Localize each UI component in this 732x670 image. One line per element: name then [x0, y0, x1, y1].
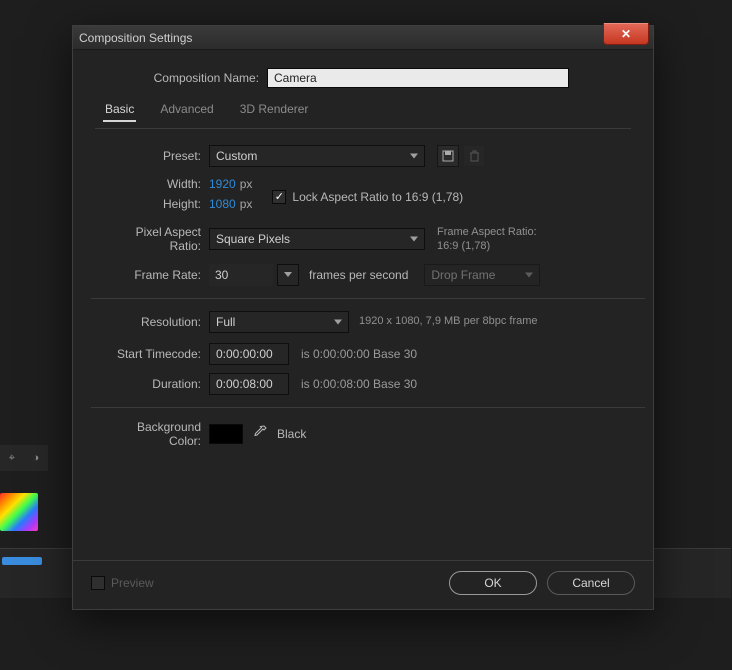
duration-note: is 0:00:08:00 Base 30 [301, 377, 417, 391]
duration-input[interactable]: 0:00:08:00 [209, 373, 289, 395]
start-timecode-input[interactable]: 0:00:00:00 [209, 343, 289, 365]
framerate-label: Frame Rate: [109, 268, 209, 282]
drop-frame-select: Drop Frame [424, 264, 540, 286]
composition-name-label: Composition Name: [95, 71, 267, 85]
dialog-titlebar[interactable]: Composition Settings ✕ [73, 26, 653, 50]
resolution-select[interactable]: Full [209, 311, 349, 333]
tab-basic[interactable]: Basic [103, 98, 136, 122]
resolution-note: 1920 x 1080, 7,9 MB per 8bpc frame [359, 314, 538, 328]
fps-text: frames per second [309, 268, 408, 282]
composition-settings-dialog: Composition Settings ✕ Composition Name:… [72, 25, 654, 610]
swatches-panel [0, 493, 38, 531]
dialog-footer: Preview OK Cancel [73, 560, 653, 609]
tabs: Basic Advanced 3D Renderer [103, 98, 631, 122]
height-value[interactable]: 1080 [209, 197, 236, 211]
trash-icon [469, 150, 480, 162]
eyedropper-icon [253, 425, 267, 439]
preview-label: Preview [111, 576, 154, 590]
eyedropper-button[interactable] [253, 425, 267, 442]
lock-aspect-checkbox[interactable] [272, 190, 286, 204]
palette-icon: ◑ [33, 452, 40, 464]
ok-button[interactable]: OK [449, 571, 537, 595]
save-preset-button[interactable] [437, 145, 459, 167]
width-unit: px [240, 177, 253, 191]
timeline-left-fragment [0, 548, 48, 598]
snapping-icon: ⌖ [9, 452, 15, 465]
delete-preset-button [463, 145, 485, 167]
height-label: Height: [109, 197, 209, 211]
width-value[interactable]: 1920 [209, 177, 236, 191]
cancel-button[interactable]: Cancel [547, 571, 635, 595]
background-color-name: Black [277, 427, 306, 441]
composition-name-input[interactable] [267, 68, 569, 88]
lock-aspect-label: Lock Aspect Ratio to 16:9 (1,78) [292, 190, 463, 204]
start-timecode-note: is 0:00:00:00 Base 30 [301, 347, 417, 361]
height-unit: px [240, 197, 253, 211]
framerate-dropdown[interactable] [277, 264, 299, 286]
close-button[interactable]: ✕ [603, 23, 649, 45]
duration-label: Duration: [109, 377, 209, 391]
framerate-input[interactable]: 30 [209, 264, 273, 286]
app-toolbar-fragment: ⌖ ◑ [0, 445, 48, 471]
background-color-label: Background Color: [109, 420, 209, 448]
pixel-aspect-select[interactable]: Square Pixels [209, 228, 425, 250]
preset-select[interactable]: Custom [209, 145, 425, 167]
width-label: Width: [109, 177, 209, 191]
dialog-title: Composition Settings [79, 31, 192, 45]
background-color-swatch[interactable] [209, 424, 243, 444]
resolution-label: Resolution: [109, 315, 209, 329]
tab-3d-renderer[interactable]: 3D Renderer [238, 98, 311, 122]
pixel-aspect-label: Pixel Aspect Ratio: [109, 225, 209, 253]
tab-advanced[interactable]: Advanced [158, 98, 215, 122]
preview-checkbox [91, 576, 105, 590]
preset-label: Preset: [109, 149, 209, 163]
close-icon: ✕ [621, 27, 631, 41]
frame-aspect-note: Frame Aspect Ratio: 16:9 (1,78) [437, 225, 537, 254]
start-timecode-label: Start Timecode: [109, 347, 209, 361]
save-preset-icon [442, 150, 454, 162]
